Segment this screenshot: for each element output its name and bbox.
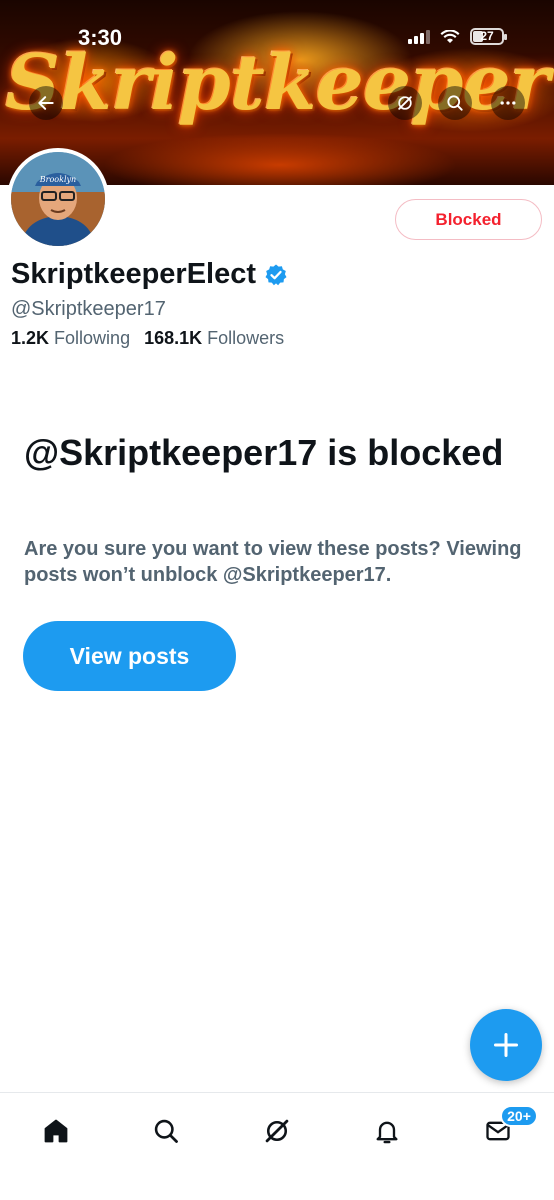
home-icon [44,1119,68,1143]
status-bar: 3:30 27 [0,0,554,72]
cellular-signal-icon [408,29,430,44]
messages-badge: 20+ [500,1105,538,1127]
search-icon [154,1119,178,1143]
following-link[interactable]: 1.2K Following [11,328,130,349]
following-label: Following [54,328,131,348]
bell-icon [376,1121,398,1144]
grok-icon [398,96,412,110]
compose-button[interactable] [470,1009,542,1081]
following-count: 1.2K [11,328,50,348]
tab-messages[interactable]: 20+ [478,1105,538,1151]
more-button[interactable] [491,86,525,120]
more-icon [500,101,516,105]
tab-notifications[interactable] [367,1111,407,1151]
plus-icon [493,1032,519,1058]
verified-badge-icon[interactable] [264,263,288,287]
status-time: 3:30 [78,25,123,50]
tab-home[interactable] [36,1111,76,1151]
system-icons: 27 [408,28,507,45]
blocked-notice-description: Are you sure you want to view these post… [24,538,522,586]
view-posts-button[interactable]: View posts [23,621,236,691]
followers-count: 168.1K [144,328,203,348]
wifi-icon [440,29,460,43]
follow-stats: 1.2K Following 168.1K Followers [11,328,284,349]
tab-grok[interactable] [257,1111,297,1151]
bottom-tab-bar: 20+ [0,1092,554,1200]
back-button[interactable] [29,86,63,120]
avatar-cap-text: Brooklyn [39,175,76,184]
followers-link[interactable]: 168.1K Followers [144,328,284,349]
battery-level: 27 [480,29,494,43]
grok-button[interactable] [388,86,422,120]
arrow-left-icon [38,96,54,110]
tab-search[interactable] [146,1111,186,1151]
followers-label: Followers [207,328,285,348]
avatar-illustration: Brooklyn [11,152,105,246]
blocked-button[interactable]: Blocked [395,199,542,240]
profile-handle: @Skriptkeeper17 [11,298,166,320]
blocked-notice-title: @Skriptkeeper17 is blocked [24,432,504,473]
battery-icon: 27 [470,28,507,45]
avatar[interactable]: Brooklyn [7,148,109,250]
search-icon [447,95,463,111]
grok-icon [265,1119,289,1143]
display-name: SkriptkeeperElect [11,258,288,291]
display-name-text: SkriptkeeperElect [11,258,257,290]
search-button[interactable] [438,86,472,120]
